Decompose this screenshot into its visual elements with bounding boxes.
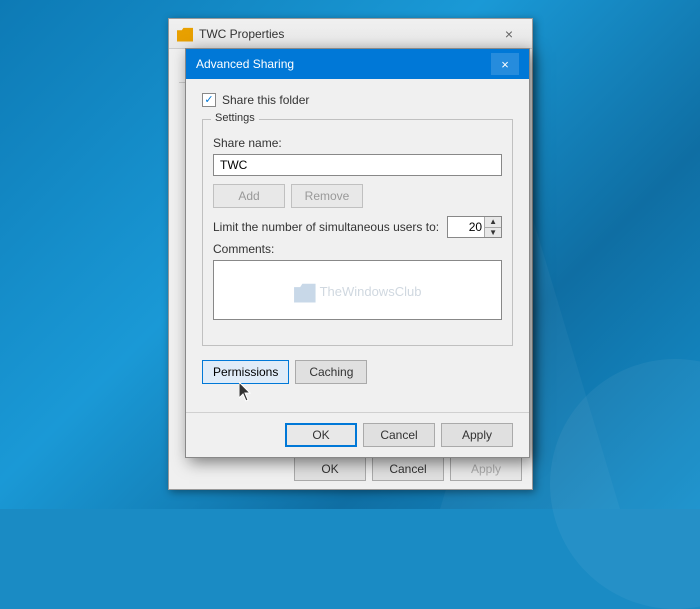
- comments-label: Comments:: [213, 242, 502, 256]
- bg-window-title: TWC Properties: [199, 27, 480, 41]
- share-name-input[interactable]: [213, 154, 502, 176]
- spinner-down-button[interactable]: ▼: [485, 227, 501, 238]
- permissions-caching-row: Permissions Caching: [202, 360, 513, 384]
- share-folder-checkbox[interactable]: ✓: [202, 93, 216, 107]
- spinner-up-button[interactable]: ▲: [485, 217, 501, 227]
- dialog-close-button[interactable]: ×: [491, 53, 519, 75]
- dialog-cancel-button[interactable]: Cancel: [363, 423, 435, 447]
- permissions-button[interactable]: Permissions: [202, 360, 289, 384]
- dialog-title: Advanced Sharing: [196, 57, 483, 71]
- spinner-buttons: ▲ ▼: [484, 217, 501, 237]
- limit-row: Limit the number of simultaneous users t…: [213, 216, 502, 238]
- advanced-sharing-dialog: Advanced Sharing × ✓ Share this folder S…: [185, 48, 530, 458]
- limit-value-input[interactable]: [448, 217, 484, 237]
- dialog-ok-button[interactable]: OK: [285, 423, 357, 447]
- bg-bottom-bar: OK Cancel Apply: [294, 457, 522, 481]
- dialog-body: ✓ Share this folder Settings Share name:…: [186, 79, 529, 412]
- dialog-titlebar: Advanced Sharing ×: [186, 49, 529, 79]
- folder-icon: [177, 26, 193, 42]
- dialog-bottom: OK Cancel Apply: [186, 412, 529, 457]
- share-folder-label: Share this folder: [222, 93, 309, 107]
- settings-legend: Settings: [211, 112, 259, 124]
- bg-apply-button: Apply: [450, 457, 522, 481]
- checkbox-check-icon: ✓: [204, 95, 213, 106]
- bg-ok-button[interactable]: OK: [294, 457, 366, 481]
- bg-cancel-button[interactable]: Cancel: [372, 457, 444, 481]
- comments-textarea[interactable]: [213, 260, 502, 320]
- limit-spinner[interactable]: ▲ ▼: [447, 216, 502, 238]
- remove-button[interactable]: Remove: [291, 184, 363, 208]
- caching-button[interactable]: Caching: [295, 360, 367, 384]
- share-folder-row: ✓ Share this folder: [202, 93, 513, 107]
- bg-close-button[interactable]: ×: [486, 19, 532, 49]
- dialog-apply-button[interactable]: Apply: [441, 423, 513, 447]
- share-name-label: Share name:: [213, 136, 502, 150]
- mouse-cursor-icon: [239, 382, 253, 402]
- add-remove-row: Add Remove: [213, 184, 502, 208]
- limit-label: Limit the number of simultaneous users t…: [213, 220, 439, 234]
- settings-group: Settings Share name: Add Remove Limit th…: [202, 119, 513, 346]
- add-button[interactable]: Add: [213, 184, 285, 208]
- bg-window-titlebar: TWC Properties ×: [169, 19, 532, 49]
- permissions-button-wrapper: Permissions: [202, 360, 289, 384]
- comments-container: TheWindowsClub: [213, 260, 502, 323]
